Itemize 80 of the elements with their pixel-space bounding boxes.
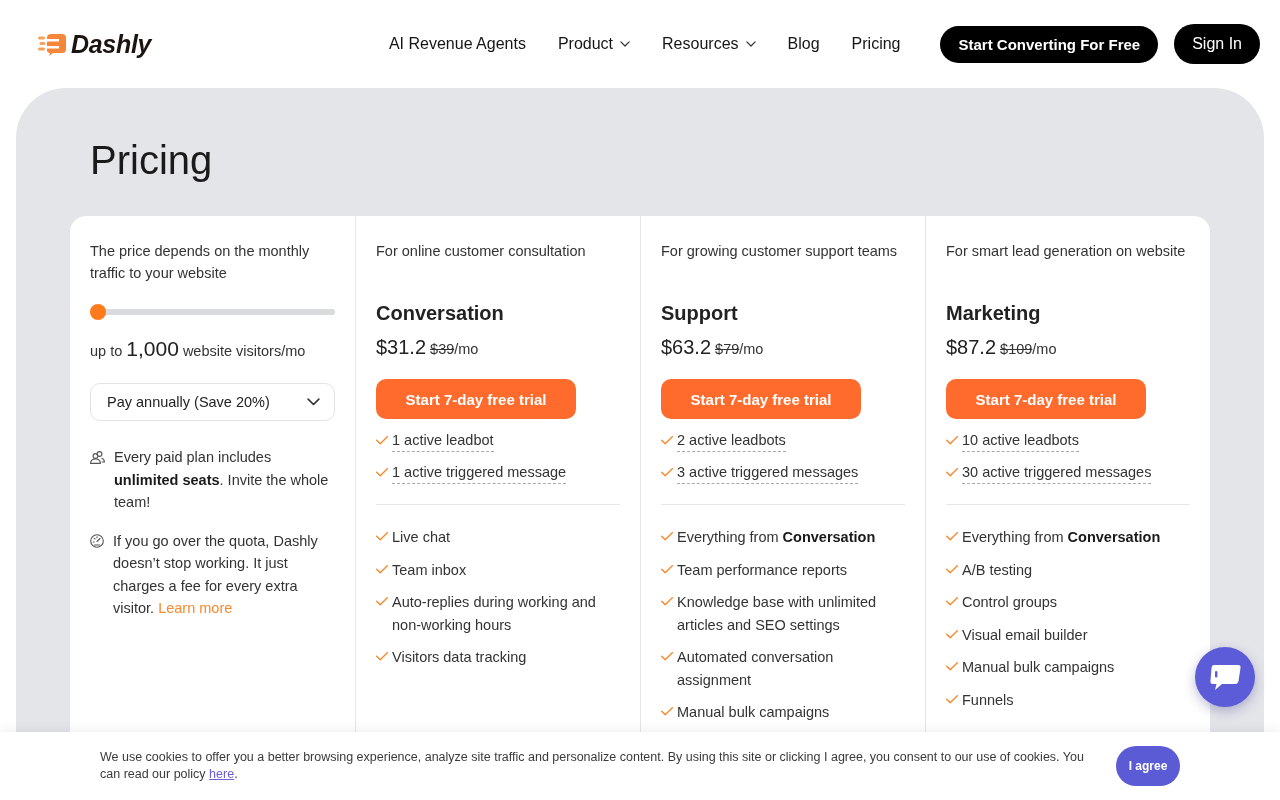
plan-limit: 1 active triggered message xyxy=(392,462,567,484)
check-icon xyxy=(376,652,388,661)
plan-feature: Visual email builder xyxy=(962,625,1088,645)
nav-link[interactable]: Pricing xyxy=(851,35,901,53)
start-converting-button[interactable]: Start Converting For Free xyxy=(940,25,1159,63)
check-icon xyxy=(946,694,958,704)
slider-thumb[interactable] xyxy=(90,304,106,320)
plan-name: Conversation xyxy=(376,301,505,326)
plan-limit: 10 active leadbots xyxy=(962,430,1079,452)
price-period: /mo xyxy=(454,341,479,357)
old-price: $79 xyxy=(715,341,740,357)
plan-price: $87.2 xyxy=(946,336,997,359)
users-icon xyxy=(90,451,105,464)
check-icon xyxy=(946,629,958,639)
plan-feature: A/B testing xyxy=(962,560,1033,580)
billing-select[interactable]: Pay annually (Save 20%) xyxy=(90,383,335,421)
plan-feature: Visitors data tracking xyxy=(392,648,527,667)
check-icon xyxy=(661,597,673,606)
check-icon xyxy=(661,564,673,574)
check-icon xyxy=(946,564,958,574)
check-icon xyxy=(661,707,673,716)
plan-feature: Manual bulk campaigns xyxy=(962,658,1115,677)
check-icon xyxy=(946,468,958,477)
check-icon xyxy=(661,468,673,477)
traffic-description: The price depends on the monthly traffic to your website xyxy=(90,242,311,283)
plan-feature: Team performance reports xyxy=(677,560,848,580)
price-period: /mo xyxy=(1032,341,1057,357)
check-icon xyxy=(661,532,673,541)
nav-link[interactable]: Product xyxy=(557,35,631,53)
check-icon xyxy=(376,436,388,445)
check-icon xyxy=(946,436,958,445)
check-icon xyxy=(661,652,673,661)
info-note: Every paid plan includes unlimited seats. Invite the whole team! xyxy=(114,448,330,512)
plan-feature: Live chat xyxy=(392,528,451,547)
plan-feature: Auto-replies during working and non-working hours xyxy=(392,593,597,635)
plan-feature: Automated conversation assignment xyxy=(677,648,835,690)
nav-link[interactable]: Blog xyxy=(787,35,820,53)
plan-feature: Everything from Conversation xyxy=(962,528,1161,547)
plan-price: $63.2 xyxy=(661,336,712,359)
cookie-notice: We use cookies to offer you a better browsing experience, analyze site traffic and personalize content. By using this site or clicking I agree, you consent to our use of cookies. You can read our policy here. xyxy=(100,749,1085,783)
plan-feature: Everything from Conversation xyxy=(677,528,876,547)
nav-link[interactable]: AI Revenue Agents xyxy=(388,35,526,53)
plan-feature: Control groups xyxy=(962,593,1058,612)
brand-name[interactable]: Dashly xyxy=(71,29,152,59)
traffic-slider[interactable] xyxy=(90,304,335,320)
check-icon xyxy=(946,597,958,606)
check-icon xyxy=(376,468,388,477)
gauge-icon xyxy=(90,533,104,548)
plan-limit: 1 active leadbot xyxy=(392,430,494,452)
old-price: $109 xyxy=(1000,341,1033,357)
plan-name: Marketing xyxy=(946,301,1042,326)
plan-feature: Manual bulk campaigns xyxy=(677,703,830,722)
plan-limit: 2 active leadbots xyxy=(677,430,786,452)
price-period: /mo xyxy=(739,341,764,357)
check-icon xyxy=(946,662,958,671)
plan-limit: 30 active triggered messages xyxy=(962,462,1152,484)
check-icon xyxy=(376,564,388,574)
plan-tagline: For growing customer support teams xyxy=(661,242,899,261)
plan-price: $31.2 xyxy=(376,336,427,359)
plan-limit: 3 active triggered messages xyxy=(677,462,859,484)
plan-feature: Funnels xyxy=(962,690,1014,710)
check-icon xyxy=(376,532,388,541)
old-price: $39 xyxy=(430,341,455,357)
chat-bubble-icon xyxy=(1209,663,1241,691)
logo-icon xyxy=(38,32,66,56)
check-icon xyxy=(661,436,673,445)
check-icon xyxy=(946,532,958,541)
plan-name: Support xyxy=(661,301,739,326)
plan-tagline: For smart lead generation on website xyxy=(946,242,1187,261)
chevron-down-icon xyxy=(307,398,320,406)
plan-feature: Knowledge base with unlimited articles and SEO settings xyxy=(677,593,878,635)
page-title: Pricing xyxy=(90,137,214,184)
nav-link[interactable]: Resources xyxy=(662,35,756,53)
check-icon xyxy=(376,597,388,606)
sign-in-button[interactable]: Sign In xyxy=(1174,24,1260,64)
plan-feature: Team inbox xyxy=(392,560,467,580)
agree-button[interactable]: I agree xyxy=(1116,746,1180,786)
info-note: If you go over the quota, Dashly doesn’t stop working. It just charges a fee for every extra visitor. Learn more xyxy=(113,531,319,618)
plan-tagline: For online customer consultation xyxy=(376,242,587,261)
visitor-count-text: up to 1,000 website visitors/mo xyxy=(90,336,307,362)
